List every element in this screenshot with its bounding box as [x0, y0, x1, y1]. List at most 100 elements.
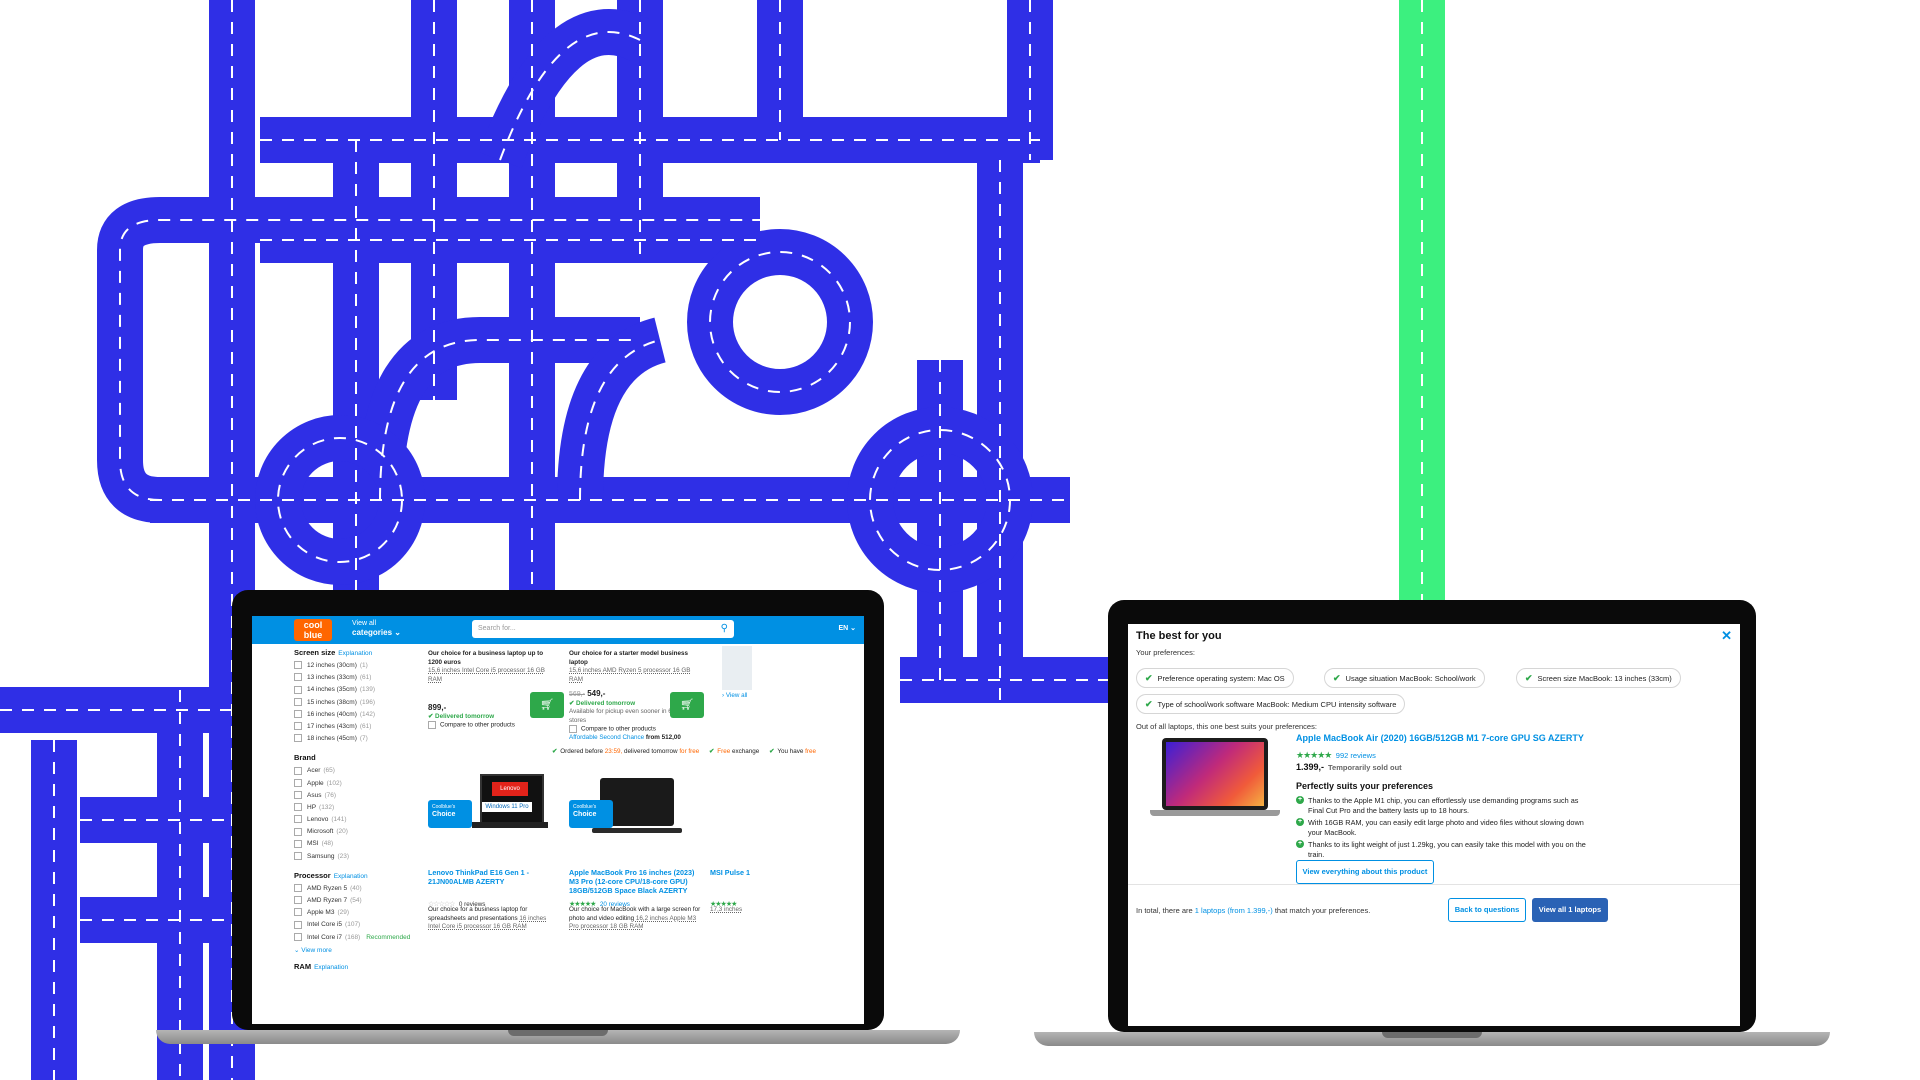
product-title[interactable]: Lenovo ThinkPad E16 Gen 1 - 21JN00ALMB A…: [428, 868, 538, 886]
product-specs[interactable]: 15,6 inches Intel Core i5 processor 16 G…: [428, 667, 558, 684]
add-to-cart-button[interactable]: 🛒︎: [530, 692, 564, 718]
plus-icon: +: [1296, 840, 1304, 848]
filter-help-link[interactable]: Explanation: [334, 873, 368, 880]
reason-item: + Thanks to the Apple M1 chip, you can ef…: [1296, 796, 1579, 815]
checkbox[interactable]: [294, 697, 302, 706]
left-laptop: cool blue View all categories ⌄ Search fo…: [156, 590, 960, 1050]
modal-footer-divider: [1128, 884, 1740, 885]
filter-option[interactable]: Samsung (23): [294, 851, 434, 863]
checkbox[interactable]: [294, 710, 302, 719]
checkbox[interactable]: [294, 896, 302, 905]
language-select[interactable]: EN ⌄: [838, 624, 856, 632]
filter-sidebar: Screen size Explanation 12 inches (30cm)(…: [294, 648, 434, 974]
checkbox[interactable]: [294, 908, 302, 917]
checkbox[interactable]: [294, 803, 302, 812]
checkbox[interactable]: [294, 722, 302, 731]
view-more-link[interactable]: ⌄ View more: [294, 946, 434, 954]
checkbox[interactable]: [294, 851, 302, 860]
checkbox[interactable]: [294, 884, 302, 893]
preference-chip[interactable]: ✔ Preference operating system: Mac OS: [1136, 668, 1294, 688]
windows-sticker: Windows 11 Pro: [482, 802, 532, 812]
filter-option[interactable]: HP (132): [294, 802, 434, 814]
view-all-link[interactable]: › View all: [722, 692, 747, 699]
checkbox[interactable]: [294, 661, 302, 670]
checkbox[interactable]: [294, 766, 302, 775]
view-all-laptops-button[interactable]: View all 1 laptops: [1532, 898, 1608, 922]
checkbox[interactable]: [294, 734, 302, 743]
product-title[interactable]: MSI Pulse 1: [710, 868, 760, 877]
coolblue-choice-badge: Coolblue's Choice: [428, 800, 472, 828]
categories-menu[interactable]: View all categories ⌄: [352, 619, 401, 638]
filter-option[interactable]: Lenovo (141): [294, 814, 434, 826]
close-icon[interactable]: ✕: [1721, 628, 1732, 644]
filter-processor: Processor Explanation AMD Ryzen 5 (40) AMD…: [294, 871, 434, 954]
coolblue-logo[interactable]: cool blue: [294, 619, 332, 641]
filter-option[interactable]: AMD Ryzen 5 (40): [294, 883, 434, 895]
product-specs[interactable]: 15,6 inches AMD Ryzen 5 processor 16 GB …: [569, 667, 699, 684]
checkbox[interactable]: [294, 673, 302, 682]
product-specs[interactable]: 17,3 inches: [710, 906, 760, 915]
reason-item: + Thanks to its light weight of just 1.29…: [1296, 840, 1586, 859]
product-title-link[interactable]: Apple MacBook Air (2020) 16GB/512GB M1 7…: [1296, 733, 1584, 743]
filter-option[interactable]: 14 inches (35cm) (139): [294, 684, 434, 696]
search-icon[interactable]: ⚲: [721, 620, 728, 638]
filter-option[interactable]: Asus (76): [294, 790, 434, 802]
plus-icon: +: [1296, 818, 1304, 826]
coolblue-listing-screen: cool blue View all categories ⌄ Search fo…: [252, 616, 864, 1024]
filter-option[interactable]: 15 inches (38cm) (196): [294, 697, 434, 709]
filter-option[interactable]: AMD Ryzen 7 (54): [294, 895, 434, 907]
cart-icon: 🛒︎: [540, 699, 554, 711]
filter-option[interactable]: 13 inches (33cm) (61): [294, 672, 434, 684]
filter-option[interactable]: Microsoft (20): [294, 826, 434, 838]
filter-option[interactable]: 18 inches (45cm) (7): [294, 733, 434, 745]
checkbox[interactable]: [294, 685, 302, 694]
check-icon: ✔: [709, 748, 715, 755]
product-title[interactable]: Apple MacBook Pro 16 inches (2023) M3 Pr…: [569, 868, 701, 895]
preference-chip[interactable]: ✔ Usage situation MacBook: School/work: [1324, 668, 1485, 688]
filter-help-link[interactable]: Explanation: [338, 650, 372, 657]
checkbox[interactable]: [294, 932, 302, 941]
total-matches: In total, there are 1 laptops (from 1.39…: [1136, 906, 1371, 915]
view-product-button[interactable]: View everything about this product: [1296, 860, 1434, 884]
filter-option[interactable]: Apple (102): [294, 778, 434, 790]
compare-checkbox[interactable]: Compare to other products: [569, 725, 699, 734]
product-choice-text: Our choice for a business laptop up to 1…: [428, 650, 544, 666]
modal-title: The best for you: [1136, 630, 1222, 642]
best-match-intro: Out of all laptops, this one best suits …: [1136, 722, 1317, 731]
filter-option[interactable]: Intel Core i5 (107): [294, 919, 434, 931]
preference-chip[interactable]: ✔ Screen size MacBook: 13 inches (33cm): [1516, 668, 1681, 688]
checkbox[interactable]: [294, 778, 302, 787]
product-image-lenovo[interactable]: Lenovo Windows 11 Pro: [472, 774, 548, 836]
preference-chip[interactable]: ✔ Type of school/work software MacBook: M…: [1136, 694, 1406, 714]
filter-option[interactable]: 12 inches (30cm) (1): [294, 660, 434, 672]
check-icon: ✔: [569, 699, 577, 707]
product-image-macbook-air[interactable]: [1150, 738, 1280, 822]
filter-help-link[interactable]: Explanation: [314, 964, 348, 971]
checkbox[interactable]: [294, 839, 302, 848]
check-icon: ✔: [1145, 673, 1153, 683]
checkbox[interactable]: [294, 790, 302, 799]
checkbox[interactable]: [294, 815, 302, 824]
second-chance-link[interactable]: Affordable Second Chance: [569, 734, 644, 741]
product-price: 1.399,- Temporarily sold out: [1296, 762, 1402, 772]
filter-brand: Brand Acer (65) Apple (102) Asus (76) HP (13…: [294, 753, 434, 863]
search-input[interactable]: Search for... ⚲: [472, 620, 734, 638]
product-card-top-1: Our choice for a business laptop up to 1…: [428, 650, 558, 730]
filter-option[interactable]: Acer (65): [294, 765, 434, 777]
back-to-questions-button[interactable]: Back to questions: [1448, 898, 1526, 922]
filter-title: Screen size: [294, 648, 336, 657]
filter-option[interactable]: Intel Core i7 (168) Recommended: [294, 932, 434, 944]
add-to-cart-button[interactable]: 🛒︎: [670, 692, 704, 718]
compare-checkbox[interactable]: Compare to other products: [428, 721, 558, 730]
filter-option[interactable]: Apple M3 (29): [294, 907, 434, 919]
site-header: cool blue View all categories ⌄ Search fo…: [252, 616, 864, 644]
filter-option[interactable]: MSI (48): [294, 838, 434, 850]
checkbox[interactable]: [294, 920, 302, 929]
filter-option[interactable]: 16 inches (40cm) (142): [294, 709, 434, 721]
reviews-link[interactable]: 992 reviews: [1336, 751, 1376, 760]
total-matches-link[interactable]: 1 laptops (from 1.399,-): [1195, 906, 1273, 915]
filter-option[interactable]: 17 inches (43cm) (61): [294, 721, 434, 733]
check-icon: ✔: [1525, 673, 1533, 683]
checkbox[interactable]: [294, 827, 302, 836]
product-thumbnail[interactable]: [722, 646, 752, 690]
